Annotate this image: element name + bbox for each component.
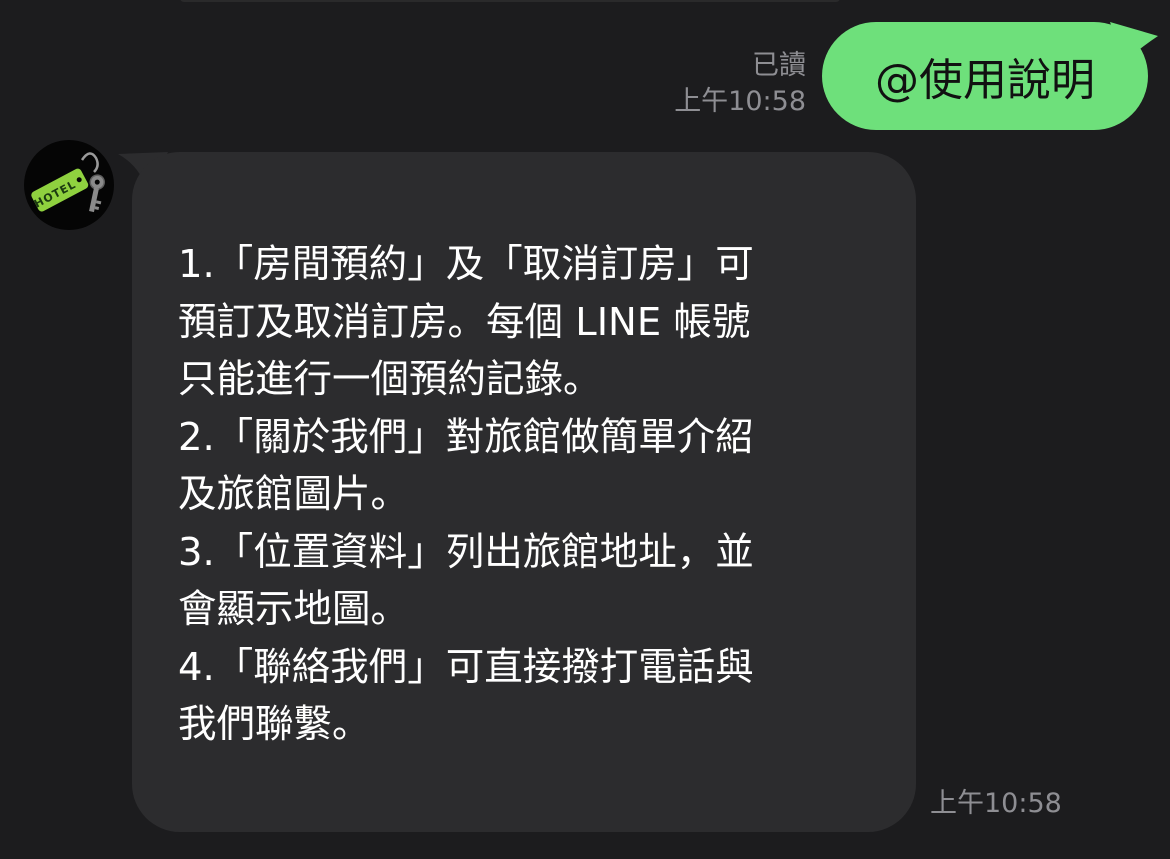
message-line: 2.「關於我們」對旅館做簡單介紹 [178, 414, 754, 460]
message-line: 1.「房間預約」及「取消訂房」可 [178, 242, 754, 287]
incoming-message-text: 1.「房間預約」及「取消訂房」可 預訂及取消訂房。每個 LINE 帳號 只能進行… [178, 236, 876, 754]
message-line: 只能進行一個預約記錄。 [178, 357, 602, 402]
outgoing-message-bubble[interactable]: @使用說明 [822, 22, 1148, 130]
message-line: 4.「聯絡我們」可直接撥打電話與 [178, 644, 754, 690]
avatar[interactable]: HOTEL [24, 140, 114, 230]
message-line: 會顯示地圖。 [178, 587, 410, 632]
read-receipt: 已讀 [752, 50, 806, 81]
outgoing-timestamp: 上午10:58 [674, 86, 806, 117]
outgoing-message-meta: 已讀 上午10:58 [674, 48, 806, 120]
outgoing-message-text: @使用說明 [875, 55, 1095, 106]
message-line: 我們聯繫。 [178, 702, 371, 747]
hotel-key-icon: HOTEL [31, 152, 105, 213]
message-line: 及旅館圖片。 [178, 472, 410, 517]
message-line: 3.「位置資料」列出旅館地址，並 [178, 529, 754, 575]
incoming-timestamp: 上午10:58 [930, 788, 1062, 819]
chat-view: 已讀 上午10:58 @使用說明 HOTEL 1.「房間預約」及「取消訂房」可 … [0, 0, 1170, 859]
previous-message-edge [180, 0, 840, 2]
incoming-message-bubble[interactable]: 1.「房間預約」及「取消訂房」可 預訂及取消訂房。每個 LINE 帳號 只能進行… [132, 152, 916, 832]
message-line: 預訂及取消訂房。每個 LINE 帳號 [178, 299, 751, 345]
